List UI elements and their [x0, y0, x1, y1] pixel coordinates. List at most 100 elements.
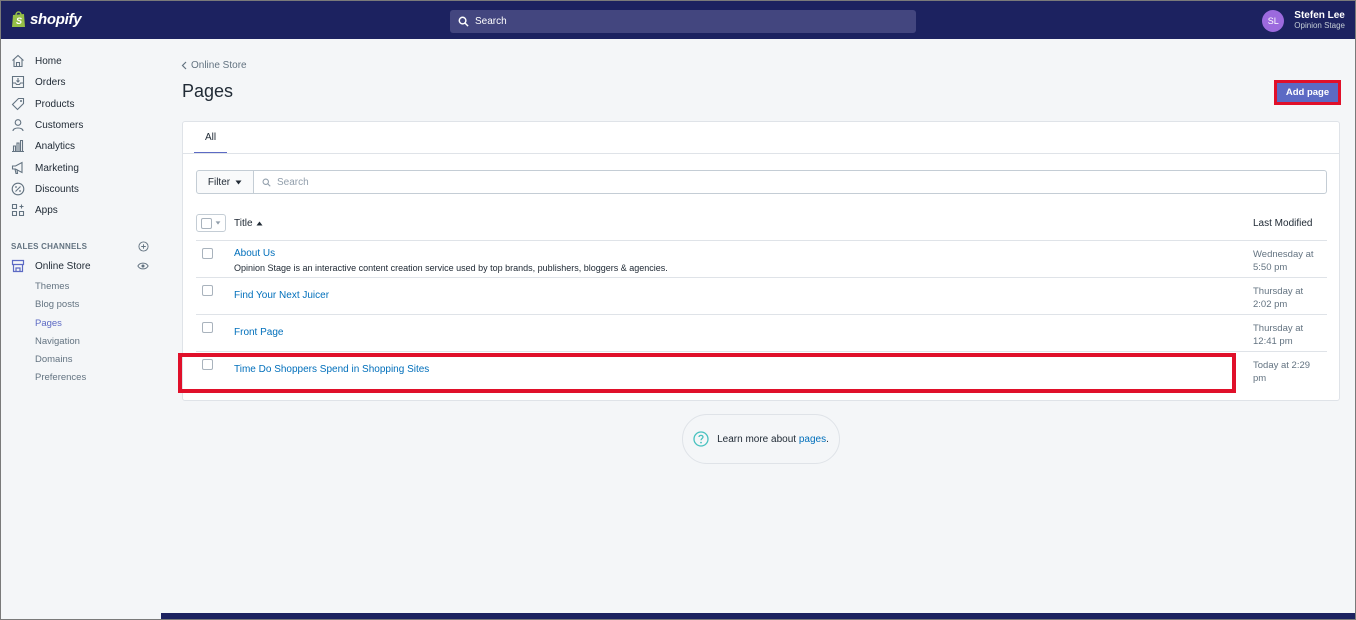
- sidebar-item-label: Home: [35, 55, 62, 67]
- row-modified-line1: Thursday at: [1253, 286, 1304, 297]
- sidebar-item-label: Orders: [35, 76, 66, 88]
- global-search-input[interactable]: Search: [450, 10, 916, 33]
- row-description: Opinion Stage is an interactive content …: [234, 263, 668, 273]
- tag-icon: [11, 97, 25, 111]
- sales-channels-label: SALES CHANNELS: [11, 242, 88, 251]
- select-all-checkbox[interactable]: [196, 214, 226, 232]
- tab-all[interactable]: All: [194, 122, 227, 154]
- svg-text:S: S: [16, 16, 22, 26]
- learn-more-period: .: [826, 433, 829, 445]
- sidebar-item-label: Products: [35, 98, 75, 110]
- row-highlight: [178, 353, 1236, 393]
- help-icon: [693, 431, 709, 447]
- sidebar: Home Orders Products Customers Analytics…: [1, 39, 161, 619]
- brand-name: shopify: [30, 10, 82, 28]
- caret-down-icon: [215, 221, 221, 225]
- filter-label: Filter: [207, 176, 231, 188]
- chevron-left-icon: [181, 61, 187, 70]
- add-page-highlight: Add page: [1274, 80, 1341, 105]
- row-title-link[interactable]: Front Page: [234, 327, 283, 338]
- learn-more-box: Learn more about pages.: [682, 414, 840, 464]
- row-checkbox[interactable]: [202, 285, 213, 296]
- sidebar-item-label: Analytics: [35, 140, 76, 152]
- pages-search-input[interactable]: Search: [253, 170, 1327, 194]
- search-placeholder: Search: [475, 16, 507, 27]
- row-title-link[interactable]: About Us: [234, 248, 275, 259]
- sidebar-item-analytics[interactable]: Analytics: [11, 139, 75, 153]
- sidebar-sub-domains[interactable]: Domains: [35, 354, 73, 365]
- search-placeholder: Search: [277, 176, 309, 188]
- row-modified-line1: Wednesday at: [1253, 249, 1314, 260]
- avatar[interactable]: SL: [1262, 10, 1285, 32]
- checkbox[interactable]: [201, 217, 212, 229]
- filter-button[interactable]: Filter: [196, 170, 254, 194]
- search-icon: [458, 16, 469, 27]
- top-bar: S shopify Search SL Stefen Lee Opinion S…: [1, 1, 1355, 39]
- person-icon: [12, 119, 24, 132]
- breadcrumb[interactable]: Online Store: [181, 60, 247, 71]
- sidebar-item-products[interactable]: Products: [11, 97, 74, 111]
- learn-more-text: Learn more about pages.: [717, 434, 829, 445]
- learn-more-link[interactable]: pages: [799, 434, 826, 445]
- sidebar-item-label: Customers: [35, 119, 84, 131]
- sidebar-item-label: Apps: [35, 204, 58, 216]
- row-title-link[interactable]: Find Your Next Juicer: [234, 290, 329, 301]
- row-modified-line2: 12:41 pm: [1253, 336, 1293, 347]
- tab-divider: [183, 153, 1339, 154]
- bar-chart-icon: [12, 139, 24, 153]
- home-icon: [12, 54, 24, 68]
- sidebar-item-online-store[interactable]: Online Store: [11, 259, 149, 273]
- user-shop: Opinion Stage: [1294, 21, 1345, 30]
- sidebar-sub-navigation[interactable]: Navigation: [35, 336, 80, 347]
- sidebar-item-discounts[interactable]: Discounts: [11, 182, 79, 196]
- eye-icon[interactable]: [137, 260, 149, 272]
- column-title-header[interactable]: Title: [234, 218, 263, 229]
- sidebar-item-label: Discounts: [35, 183, 79, 195]
- sidebar-sub-blog-posts[interactable]: Blog posts: [35, 299, 79, 310]
- row-modified-line2: 2:02 pm: [1253, 299, 1288, 310]
- table-row[interactable]: About Us Opinion Stage is an interactive…: [196, 240, 1327, 277]
- row-modified-line2: 5:50 pm: [1253, 262, 1288, 273]
- search-icon: [262, 178, 271, 187]
- sidebar-item-orders[interactable]: Orders: [11, 75, 66, 89]
- row-checkbox[interactable]: [202, 248, 213, 259]
- caret-down-icon: [235, 180, 242, 184]
- sidebar-item-apps[interactable]: Apps: [11, 203, 58, 217]
- table-row[interactable]: Find Your Next Juicer Thursday at 2:02 pm: [196, 277, 1327, 314]
- breadcrumb-label: Online Store: [191, 60, 247, 71]
- user-menu[interactable]: SL Stefen Lee Opinion Stage: [1262, 10, 1345, 32]
- store-icon: [11, 259, 25, 273]
- shopify-bag-icon: S: [12, 11, 25, 27]
- learn-more-label: Learn more about: [717, 433, 797, 445]
- table-row[interactable]: Front Page Thursday at 12:41 pm: [196, 314, 1327, 351]
- add-channel-icon[interactable]: [138, 241, 149, 252]
- row-modified: Today at 2:29 pm: [1253, 359, 1328, 385]
- sidebar-sub-preferences[interactable]: Preferences: [35, 372, 86, 383]
- sidebar-sub-pages[interactable]: Pages: [35, 318, 62, 329]
- column-title-label: Title: [234, 218, 253, 229]
- row-modified-line1: Today at 2:29: [1253, 360, 1311, 371]
- sidebar-item-label: Marketing: [35, 162, 79, 174]
- bottom-bar: [161, 613, 1355, 619]
- sidebar-item-label: Online Store: [35, 260, 91, 272]
- sidebar-sub-themes[interactable]: Themes: [35, 281, 69, 292]
- row-modified: Thursday at 12:41 pm: [1253, 322, 1328, 348]
- sidebar-item-home[interactable]: Home: [11, 54, 62, 68]
- sidebar-item-customers[interactable]: Customers: [11, 118, 83, 132]
- row-checkbox[interactable]: [202, 322, 213, 333]
- orders-icon: [11, 75, 25, 89]
- sales-channels-header: SALES CHANNELS: [11, 241, 149, 252]
- apps-icon: [11, 203, 25, 217]
- page-title: Pages: [182, 81, 234, 101]
- row-modified-line1: Thursday at: [1253, 323, 1304, 334]
- add-page-button[interactable]: Add page: [1277, 83, 1338, 102]
- user-name: Stefen Lee: [1294, 10, 1345, 21]
- row-modified: Wednesday at 5:50 pm: [1253, 248, 1328, 274]
- discount-icon: [11, 182, 25, 196]
- row-modified: Thursday at 2:02 pm: [1253, 285, 1328, 311]
- row-modified-line2: pm: [1253, 373, 1267, 384]
- sidebar-item-marketing[interactable]: Marketing: [11, 161, 79, 175]
- megaphone-icon: [11, 161, 23, 175]
- shopify-logo[interactable]: S shopify: [11, 10, 82, 28]
- column-modified-header[interactable]: Last Modified: [1253, 218, 1312, 229]
